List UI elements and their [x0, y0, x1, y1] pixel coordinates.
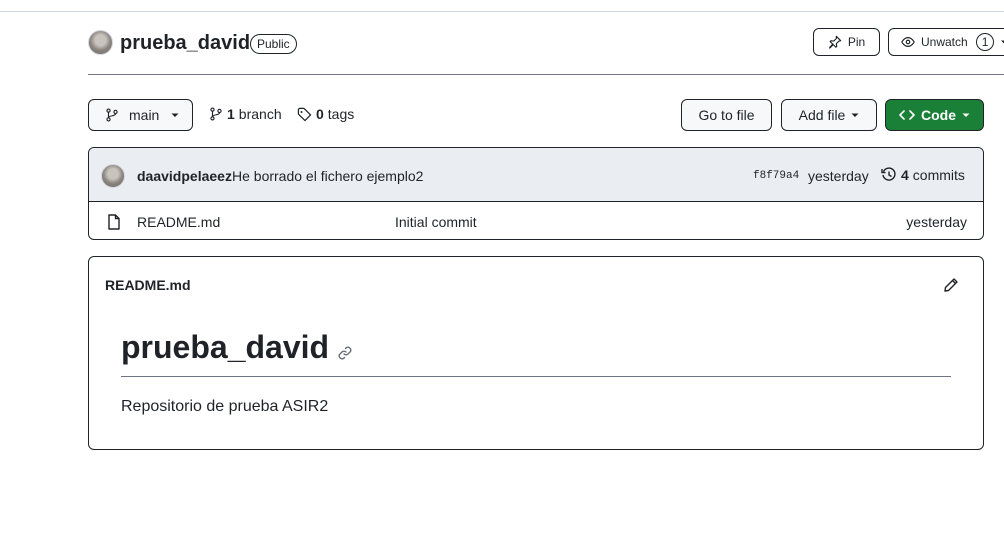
branch-name: main — [129, 107, 160, 123]
tag-label: tags — [327, 106, 355, 122]
link-icon[interactable] — [337, 345, 353, 361]
pin-button[interactable]: Pin — [813, 28, 880, 56]
tag-count: 0 — [316, 106, 324, 122]
file-icon — [108, 214, 120, 230]
pin-label: Pin — [847, 35, 866, 49]
pencil-icon[interactable] — [943, 277, 959, 293]
top-divider — [0, 11, 1004, 12]
commit-sha[interactable]: f8f79a4 — [753, 170, 799, 182]
code-label: Code — [921, 107, 956, 123]
caret-down-icon — [851, 113, 859, 117]
file-commit-message[interactable]: Initial commit — [395, 214, 477, 230]
go-to-file-label: Go to file — [698, 107, 755, 123]
go-to-file-button[interactable]: Go to file — [681, 99, 772, 131]
branch-selector[interactable]: main — [88, 99, 193, 131]
visibility-badge: Public — [250, 34, 297, 54]
watcher-count: 1 — [975, 33, 995, 51]
readme-heading-text: prueba_david — [121, 329, 330, 365]
latest-commit-bar: daavidpelaeez He borrado el fichero ejem… — [89, 148, 983, 202]
add-file-label: Add file — [798, 107, 846, 123]
git-branch-icon — [106, 108, 118, 122]
commit-count-label: commits — [912, 167, 965, 183]
history-icon — [881, 167, 896, 181]
commit-author[interactable]: daavidpelaeez — [137, 168, 232, 184]
file-row[interactable]: README.md Initial commit yesterday — [89, 202, 983, 239]
tag-icon — [297, 107, 312, 121]
readme-panel: README.md prueba_david Repositorio de pr… — [88, 256, 984, 450]
code-icon — [899, 110, 915, 120]
code-button[interactable]: Code — [885, 99, 984, 131]
readme-heading: prueba_david — [121, 329, 353, 366]
pin-icon — [829, 35, 842, 49]
heading-divider — [121, 376, 951, 377]
chevron-down-icon — [1001, 40, 1004, 44]
unwatch-label: Unwatch — [921, 35, 968, 49]
repo-name[interactable]: prueba_david — [120, 32, 250, 55]
readme-body: Repositorio de prueba ASIR2 — [121, 398, 329, 415]
commit-message[interactable]: He borrado el fichero ejemplo2 — [232, 168, 423, 184]
branch-count: 1 — [227, 106, 235, 122]
add-file-button[interactable]: Add file — [781, 99, 877, 131]
branches-link[interactable]: 1 branch — [209, 106, 282, 122]
owner-avatar[interactable] — [88, 30, 113, 55]
unwatch-button[interactable]: Unwatch 1 — [888, 28, 1004, 56]
commit-author-avatar[interactable] — [101, 164, 125, 188]
commit-count: 4 — [901, 167, 909, 183]
file-commit-time: yesterday — [906, 214, 967, 230]
commits-link[interactable]: 4 commits — [881, 167, 965, 183]
file-name[interactable]: README.md — [137, 214, 220, 230]
eye-icon — [901, 37, 915, 47]
caret-down-icon — [962, 113, 970, 117]
commit-time: yesterday — [808, 168, 869, 184]
caret-down-icon — [171, 113, 179, 117]
branch-label: branch — [238, 106, 282, 122]
file-browser: daavidpelaeez He borrado el fichero ejem… — [88, 147, 984, 240]
readme-filename[interactable]: README.md — [105, 277, 191, 293]
tags-link[interactable]: 0 tags — [297, 106, 354, 122]
git-branch-icon — [210, 107, 222, 121]
